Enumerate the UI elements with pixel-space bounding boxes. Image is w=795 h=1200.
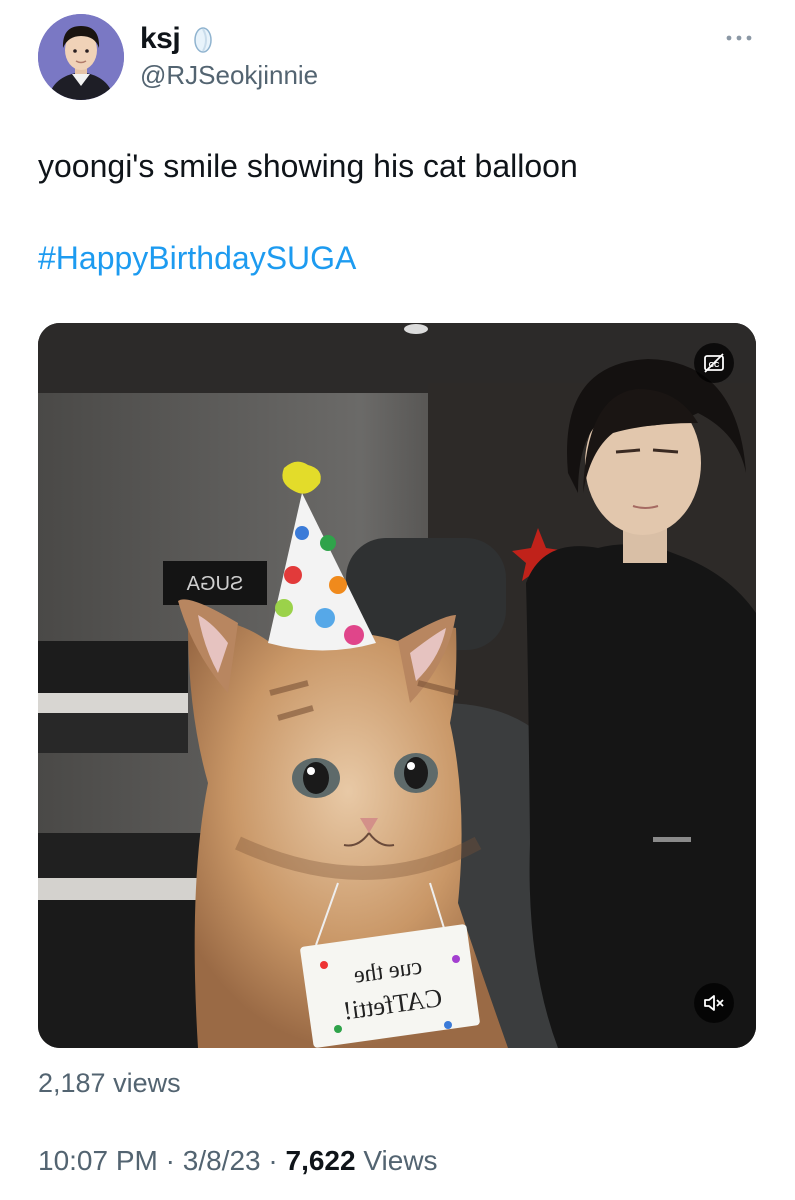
- tweet-metadata: 10:07 PM · 3/8/23 · 7,622 Views: [38, 1145, 438, 1177]
- avatar-image: [38, 14, 124, 100]
- avatar[interactable]: [38, 14, 124, 100]
- volume-muted-icon[interactable]: [694, 983, 734, 1023]
- studio-sign: SUGA: [163, 561, 267, 605]
- user-handle[interactable]: @RJSeokjinnie: [140, 60, 318, 91]
- moon-emoji-icon: [193, 26, 213, 54]
- views-count[interactable]: 7,622: [286, 1145, 356, 1176]
- video-frame: SUGA cue the CATfetti!: [38, 323, 756, 1048]
- closed-captions-icon[interactable]: CC: [694, 343, 734, 383]
- more-icon[interactable]: [722, 28, 756, 48]
- video-view-count: 2,187 views: [38, 1068, 181, 1098]
- separator: ·: [268, 1145, 278, 1176]
- tweet-text: yoongi's smile showing his cat balloon: [38, 148, 578, 184]
- video-player[interactable]: SUGA cue the CATfetti! CC: [38, 323, 756, 1048]
- views-label: Views: [363, 1145, 438, 1176]
- sign-text: SUGA: [186, 573, 243, 595]
- tweet-date[interactable]: 3/8/23: [183, 1145, 261, 1176]
- separator: ·: [165, 1145, 175, 1176]
- tweet-time[interactable]: 10:07 PM: [38, 1145, 158, 1176]
- hashtag-link[interactable]: #HappyBirthdaySUGA: [38, 240, 356, 277]
- display-name[interactable]: ksj: [140, 22, 181, 56]
